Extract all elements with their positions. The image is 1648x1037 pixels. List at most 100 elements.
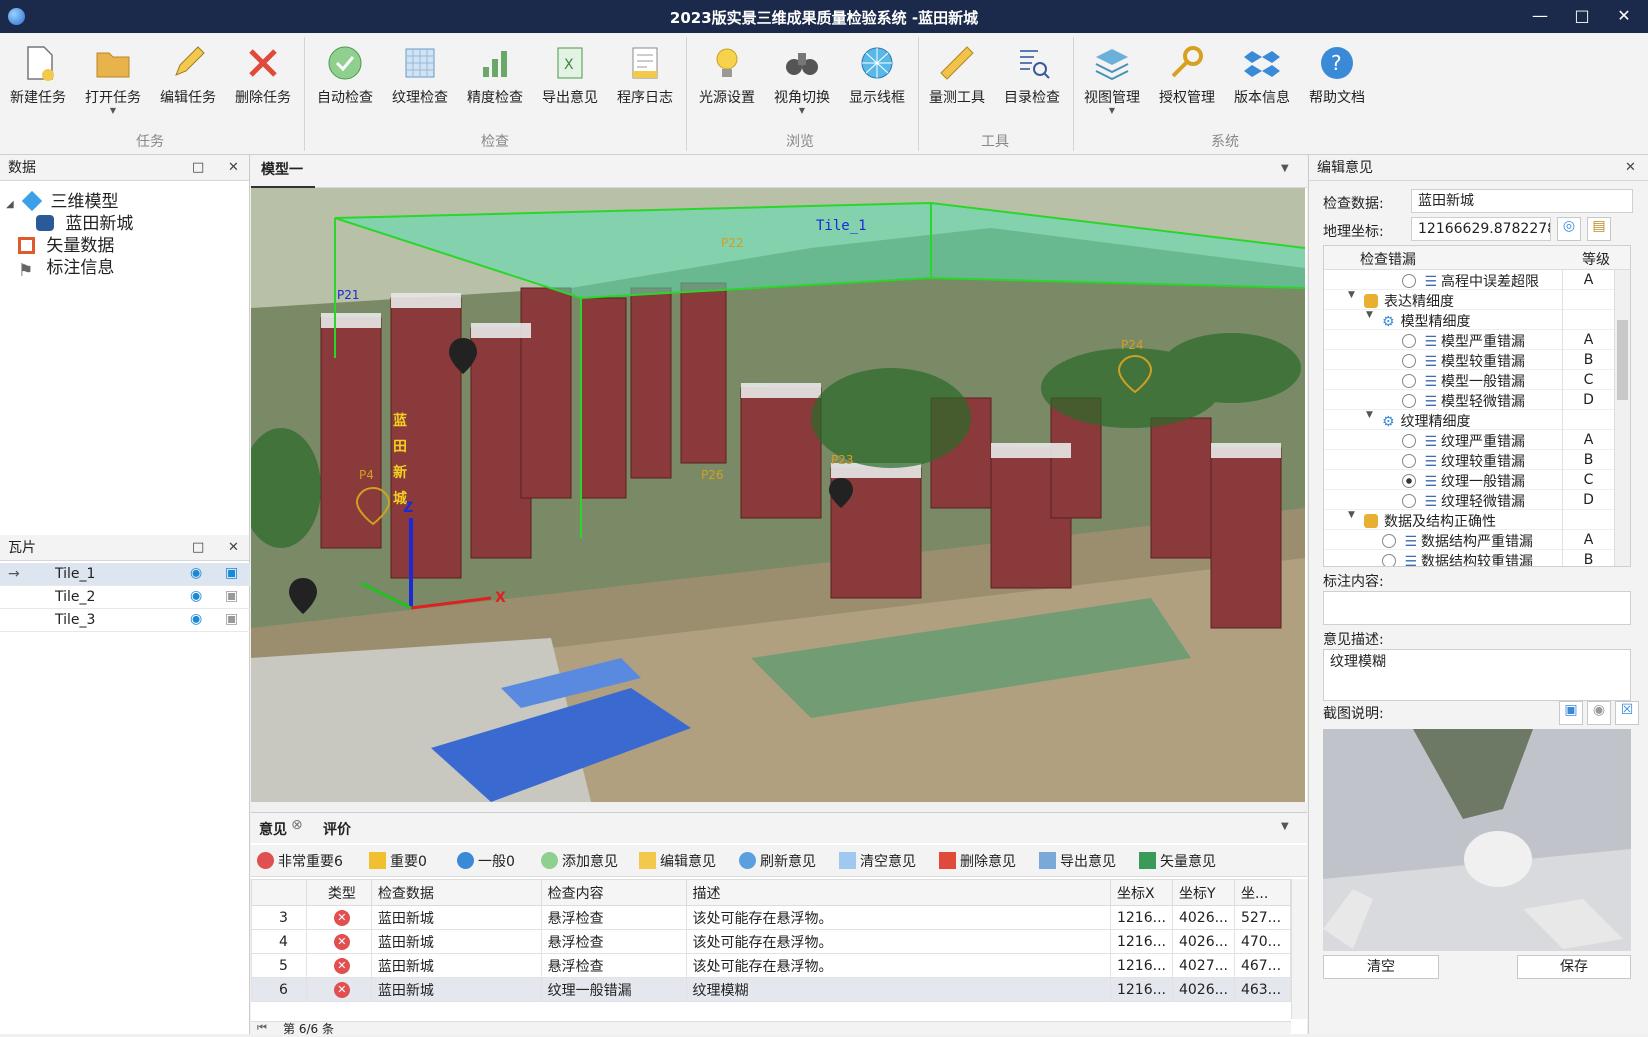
delete-task-button[interactable]: 删除任务 bbox=[228, 37, 298, 127]
eye-icon[interactable]: ◉ bbox=[190, 611, 202, 627]
normal-filter[interactable]: 一般0 bbox=[457, 851, 515, 871]
tile-row[interactable]: → Tile_1 ◉ ▣ bbox=[0, 563, 250, 586]
check-data-field[interactable]: 蓝田新城 bbox=[1411, 189, 1633, 213]
edit-opinion-button[interactable]: 编辑意见 bbox=[639, 851, 716, 871]
close-icon[interactable]: ✕ bbox=[1625, 155, 1636, 181]
open-task-button[interactable]: 打开任务 ▼ bbox=[78, 37, 148, 127]
delete-shot-icon[interactable]: ☒ bbox=[1615, 701, 1639, 725]
check-tree-row[interactable]: ☰ 纹理轻微错漏 D bbox=[1324, 490, 1614, 510]
radio-button[interactable] bbox=[1402, 374, 1416, 388]
tree-item-annotation[interactable]: ⚑ 标注信息 bbox=[18, 253, 114, 281]
tile-row[interactable]: Tile_3 ◉ ▣ bbox=[0, 609, 250, 632]
note-field[interactable] bbox=[1323, 591, 1631, 625]
measure-tool-button[interactable]: 量测工具 bbox=[922, 37, 992, 127]
version-info-button[interactable]: 版本信息 bbox=[1227, 37, 1297, 127]
refresh-opinion-button[interactable]: 刷新意见 bbox=[739, 851, 816, 871]
new-task-button[interactable]: 新建任务 bbox=[3, 37, 73, 127]
chevron-down-icon[interactable]: ▼ bbox=[1348, 290, 1355, 300]
close-icon[interactable]: ✕ bbox=[228, 155, 239, 181]
eye-icon[interactable]: ◉ bbox=[190, 588, 202, 604]
program-log-button[interactable]: 程序日志 bbox=[610, 37, 680, 127]
box-icon[interactable]: ▣ bbox=[225, 588, 238, 604]
check-tree-row[interactable]: ▼ ⚙ 纹理精细度 bbox=[1324, 410, 1614, 430]
close-button[interactable]: ✕ bbox=[1604, 4, 1644, 28]
radio-button[interactable] bbox=[1402, 394, 1416, 408]
vertical-scrollbar[interactable] bbox=[1291, 879, 1307, 1019]
eye-icon[interactable]: ◉ bbox=[190, 565, 202, 581]
close-icon[interactable]: ⊗ bbox=[291, 817, 303, 833]
check-tree-row[interactable]: ☰ 纹理一般错漏 C bbox=[1324, 470, 1614, 490]
scroll-thumb[interactable] bbox=[1617, 320, 1628, 400]
maximize-button[interactable]: □ bbox=[1562, 4, 1602, 28]
column-header[interactable]: 描述 bbox=[685, 879, 1111, 906]
column-header[interactable]: 检查数据 bbox=[370, 879, 542, 906]
box-icon[interactable]: ▣ bbox=[225, 611, 238, 627]
chevron-down-icon[interactable]: ▼ bbox=[1348, 510, 1355, 520]
export-opinion-button[interactable]: 导出意见 bbox=[1039, 851, 1116, 871]
radio-button[interactable] bbox=[1402, 494, 1416, 508]
clear-button[interactable]: 清空 bbox=[1323, 955, 1439, 979]
column-header[interactable]: 坐标Y bbox=[1171, 879, 1235, 906]
locate-icon[interactable]: ◎ bbox=[1557, 217, 1581, 241]
texture-check-button[interactable]: 纹理检查 bbox=[385, 37, 455, 127]
float-icon[interactable]: □ bbox=[192, 155, 204, 181]
check-tree-row[interactable]: ☰ 模型轻微错漏 D bbox=[1324, 390, 1614, 410]
light-settings-button[interactable]: 光源设置 bbox=[692, 37, 762, 127]
check-tree-row[interactable]: ☰ 高程中误差超限 A bbox=[1324, 270, 1614, 290]
clear-opinion-button[interactable]: 清空意见 bbox=[839, 851, 916, 871]
edit-task-button[interactable]: 编辑任务 bbox=[153, 37, 223, 127]
3d-scene[interactable]: Tile_1 P22 P24 P23 P26 P4 P21 Z X 蓝田新城 bbox=[251, 188, 1305, 802]
help-doc-button[interactable]: ? 帮助文档 bbox=[1302, 37, 1372, 127]
check-tree-row[interactable]: ☰ 模型严重错漏 A bbox=[1324, 330, 1614, 350]
vector-opinion-button[interactable]: 矢量意见 bbox=[1139, 851, 1216, 871]
table-row[interactable]: 4 ✕ 蓝田新城 悬浮检查 该处可能存在悬浮物。 1216... 4026...… bbox=[251, 929, 1292, 954]
export-opinion-button[interactable]: X 导出意见 bbox=[535, 37, 605, 127]
check-tree-row[interactable]: ▼ ⚙ 模型精细度 bbox=[1324, 310, 1614, 330]
check-tree-row[interactable]: ▼ 表达精细度 bbox=[1324, 290, 1614, 310]
table-row[interactable]: 3 ✕ 蓝田新城 悬浮检查 该处可能存在悬浮物。 1216... 4026...… bbox=[251, 905, 1292, 930]
radio-button[interactable] bbox=[1402, 454, 1416, 468]
precision-check-button[interactable]: 精度检查 bbox=[460, 37, 530, 127]
view-switch-button[interactable]: 视角切换 ▼ bbox=[767, 37, 837, 127]
box-icon[interactable]: ▣ bbox=[225, 565, 238, 581]
chevron-down-icon[interactable]: ▼ bbox=[1366, 310, 1373, 320]
radio-button[interactable] bbox=[1402, 274, 1416, 288]
view-manage-button[interactable]: 视图管理 ▼ bbox=[1077, 37, 1147, 127]
important-filter[interactable]: 重要0 bbox=[369, 851, 427, 871]
paste-icon[interactable]: ▤ bbox=[1587, 217, 1611, 241]
table-row[interactable]: 5 ✕ 蓝田新城 悬浮检查 该处可能存在悬浮物。 1216... 4027...… bbox=[251, 953, 1292, 978]
check-tree-row[interactable]: ☰ 数据结构较重错漏 B bbox=[1324, 550, 1614, 566]
chevron-down-icon[interactable]: ▼ bbox=[1281, 163, 1289, 174]
column-header[interactable]: 检查内容 bbox=[540, 879, 687, 906]
radio-button[interactable] bbox=[1402, 434, 1416, 448]
radio-button[interactable] bbox=[1402, 334, 1416, 348]
tab-opinion[interactable]: 意见 bbox=[259, 819, 287, 839]
geo-coord-field[interactable]: 12166629.8782278,4 bbox=[1411, 217, 1551, 241]
tile-row[interactable]: Tile_2 ◉ ▣ bbox=[0, 586, 250, 609]
check-tree-row[interactable]: ☰ 纹理较重错漏 B bbox=[1324, 450, 1614, 470]
catalog-check-button[interactable]: 目录检查 bbox=[997, 37, 1067, 127]
check-tree-row[interactable]: ☰ 数据结构严重错漏 A bbox=[1324, 530, 1614, 550]
desc-field[interactable]: 纹理模糊 bbox=[1323, 649, 1631, 701]
save-button[interactable]: 保存 bbox=[1517, 955, 1631, 979]
radio-button[interactable] bbox=[1402, 474, 1416, 488]
table-row[interactable]: 6 ✕ 蓝田新城 纹理一般错漏 纹理模糊 1216... 4026... 463… bbox=[251, 977, 1292, 1002]
tab-evaluation[interactable]: 评价 bbox=[323, 819, 351, 839]
tab-model-one[interactable]: 模型一 bbox=[251, 155, 315, 188]
float-icon[interactable]: □ bbox=[192, 535, 204, 561]
check-tree-row[interactable]: ☰ 纹理严重错漏 A bbox=[1324, 430, 1614, 450]
column-header[interactable]: 坐标X bbox=[1109, 879, 1173, 906]
radio-button[interactable] bbox=[1382, 534, 1396, 548]
tree-scrollbar[interactable] bbox=[1614, 270, 1630, 566]
close-icon[interactable]: ✕ bbox=[228, 535, 239, 561]
add-opinion-button[interactable]: 添加意见 bbox=[541, 851, 618, 871]
first-page-icon[interactable]: ⏮ bbox=[257, 1021, 267, 1035]
camera-icon[interactable]: ◉ bbox=[1587, 701, 1611, 725]
check-tree-row[interactable]: ☰ 模型一般错漏 C bbox=[1324, 370, 1614, 390]
column-header[interactable]: 类型 bbox=[305, 879, 372, 906]
show-wireframe-button[interactable]: 显示线框 bbox=[842, 37, 912, 127]
column-header[interactable]: 坐... bbox=[1233, 879, 1292, 906]
license-manage-button[interactable]: 授权管理 bbox=[1152, 37, 1222, 127]
radio-button[interactable] bbox=[1402, 354, 1416, 368]
very-important-filter[interactable]: 非常重要6 bbox=[257, 851, 343, 871]
